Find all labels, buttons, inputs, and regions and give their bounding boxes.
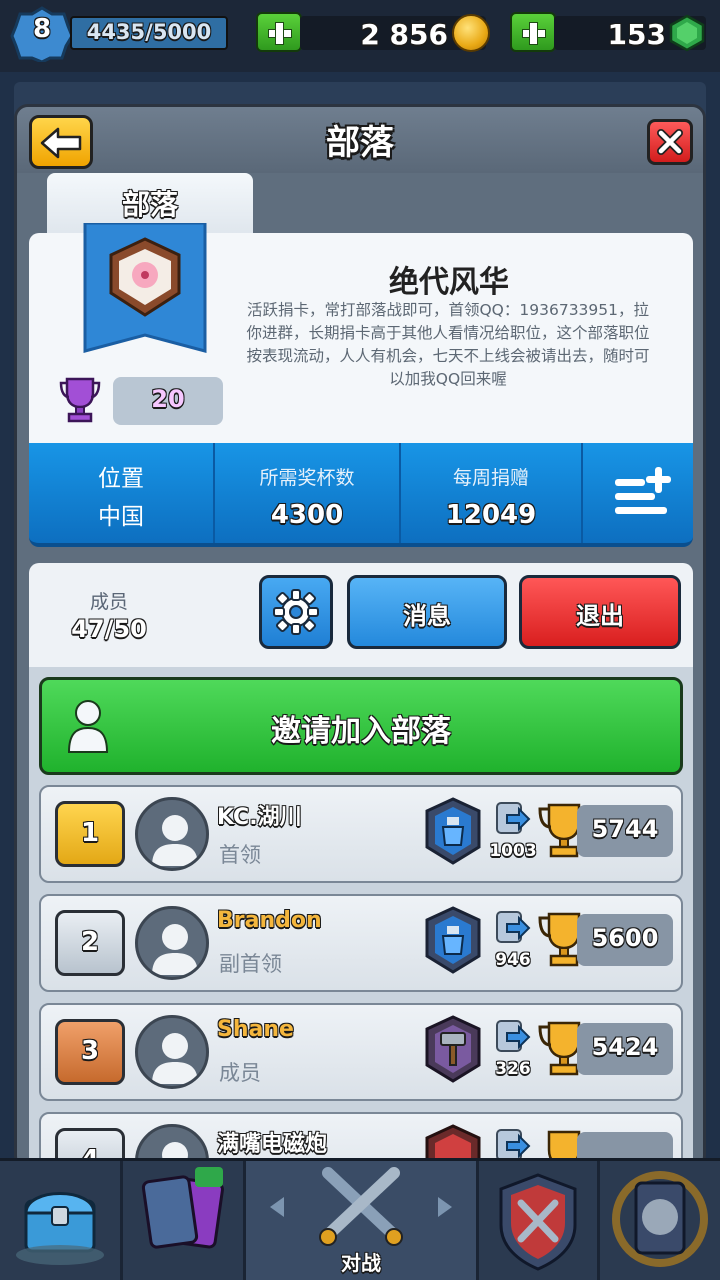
gold-amount: 2 856 [360, 18, 448, 51]
member-trophies: 5424 [591, 1033, 659, 1061]
member-role: 副首领 [219, 952, 282, 976]
avatar [135, 906, 209, 980]
avatar [135, 797, 209, 871]
location-label: 位置 [98, 466, 144, 492]
bottom-navigation: 对战 [0, 1158, 720, 1280]
rank-badge: 1 [55, 801, 125, 867]
member-trophies: 5744 [591, 815, 659, 843]
add-gems-button[interactable] [510, 12, 556, 52]
gem-amount: 153 [607, 18, 666, 51]
back-arrow-icon [40, 127, 82, 159]
clan-panel: 部落 部落 20 绝代风华 活跃捐卡，常打部落战即可，首领QQ：19367339… [14, 104, 706, 1170]
message-button-label: 消息 [403, 602, 451, 630]
member-donations: 326 [495, 1059, 531, 1079]
member-donations: 1003 [489, 841, 537, 861]
stat-weekly-donations: 每周捐赠 12049 [401, 443, 581, 543]
member-role: 首领 [219, 843, 261, 867]
top-resource-bar: 8 4435/5000 2 856 153 [0, 0, 720, 72]
nav-shop[interactable] [0, 1161, 120, 1280]
tab-clan-label: 部落 [121, 188, 178, 221]
member-donations: 946 [495, 950, 531, 970]
weekly-donations-value: 12049 [445, 500, 537, 530]
rank-number: 3 [80, 1036, 100, 1066]
gold-coin-icon [452, 14, 490, 52]
member-role: 成员 [219, 1061, 261, 1085]
member-row[interactable]: 1 KC.湖川 首领 1003 5744 [39, 785, 683, 883]
nav-battle-label: 对战 [341, 1251, 381, 1275]
members-controls: 成员 47/50 消息 退出 [29, 563, 693, 667]
rank-number: 1 [80, 818, 100, 848]
member-trophies: 5600 [591, 924, 659, 952]
member-name: Shane [217, 1017, 294, 1042]
required-trophies-value: 4300 [270, 500, 344, 530]
nav-battle[interactable]: 对战 [246, 1161, 476, 1280]
blue-potion-arena-icon [425, 797, 481, 865]
list-add-icon[interactable] [611, 465, 675, 519]
cards-icon [141, 1167, 224, 1249]
close-icon [657, 129, 683, 155]
rank-badge: 3 [55, 1019, 125, 1085]
clan-info-card: 20 绝代风华 活跃捐卡，常打部落战即可，首领QQ：1936733951，拉你进… [29, 223, 693, 443]
member-list: 邀请加入部落 1 KC.湖川 首领 1003 5744 2 Brandon 副首… [29, 667, 693, 1167]
close-button[interactable] [647, 119, 693, 165]
crossed-swords-icon [270, 1167, 452, 1246]
location-value: 中国 [98, 504, 144, 530]
clan-shield-icon [499, 1173, 577, 1271]
stat-divider [581, 443, 583, 543]
person-icon [152, 924, 198, 975]
invite-to-clan-label: 邀请加入部落 [271, 714, 451, 749]
stat-required-trophies: 所需奖杯数 4300 [215, 443, 399, 543]
leave-clan-button[interactable]: 退出 [519, 575, 681, 649]
nav-clan[interactable] [479, 1161, 597, 1280]
message-button[interactable]: 消息 [347, 575, 507, 649]
person-icon [152, 815, 198, 866]
clan-name: 绝代风华 [389, 265, 509, 300]
required-trophies-label: 所需奖杯数 [259, 467, 355, 489]
nav-tournament[interactable] [600, 1161, 720, 1280]
nav-cards[interactable] [123, 1161, 243, 1280]
clan-score: 20 [151, 385, 185, 413]
panel-title: 部落 [326, 123, 394, 163]
hammer-arena-icon [425, 1015, 481, 1083]
member-row[interactable]: 3 Shane 成员 326 5424 [39, 1003, 683, 1101]
members-count: 47/50 [71, 615, 147, 643]
add-gold-button[interactable] [256, 12, 302, 52]
blue-potion-arena-icon [425, 906, 481, 974]
member-name: Brandon [217, 908, 322, 933]
member-name: KC.湖川 [217, 805, 302, 830]
card-donation-icon [496, 911, 531, 943]
purple-trophy-icon [59, 377, 101, 423]
members-label: 成员 [89, 591, 128, 613]
rank-number: 2 [80, 927, 100, 957]
weekly-donations-label: 每周捐赠 [452, 467, 529, 489]
leave-clan-button-label: 退出 [576, 602, 624, 630]
sakura-badge-icon[interactable] [83, 223, 207, 361]
settings-button[interactable] [259, 575, 333, 649]
stat-location: 位置 中国 [29, 443, 213, 543]
card-donation-icon [496, 1020, 531, 1052]
xp-text: 4435/5000 [86, 20, 212, 44]
member-name: 满嘴电磁炮 [217, 1132, 328, 1157]
chest-shop-icon [16, 1192, 104, 1265]
gear-icon [273, 589, 319, 635]
avatar [135, 1015, 209, 1089]
invite-to-clan-button[interactable]: 邀请加入部落 [39, 677, 683, 775]
tournament-icon [612, 1171, 708, 1267]
clan-stats-bar: 位置 中国 所需奖杯数 4300 每周捐赠 12049 [29, 443, 693, 547]
back-button[interactable] [29, 115, 93, 169]
clan-description: 活跃捐卡，常打部落战即可，首领QQ：1936733951，拉你进群，长期捐卡高于… [246, 301, 650, 388]
card-donation-icon [496, 802, 531, 834]
rank-badge: 2 [55, 910, 125, 976]
person-icon [152, 1033, 198, 1084]
member-row[interactable]: 2 Brandon 副首领 946 5600 [39, 894, 683, 992]
gem-icon [669, 14, 705, 52]
level-number: 8 [32, 14, 52, 44]
